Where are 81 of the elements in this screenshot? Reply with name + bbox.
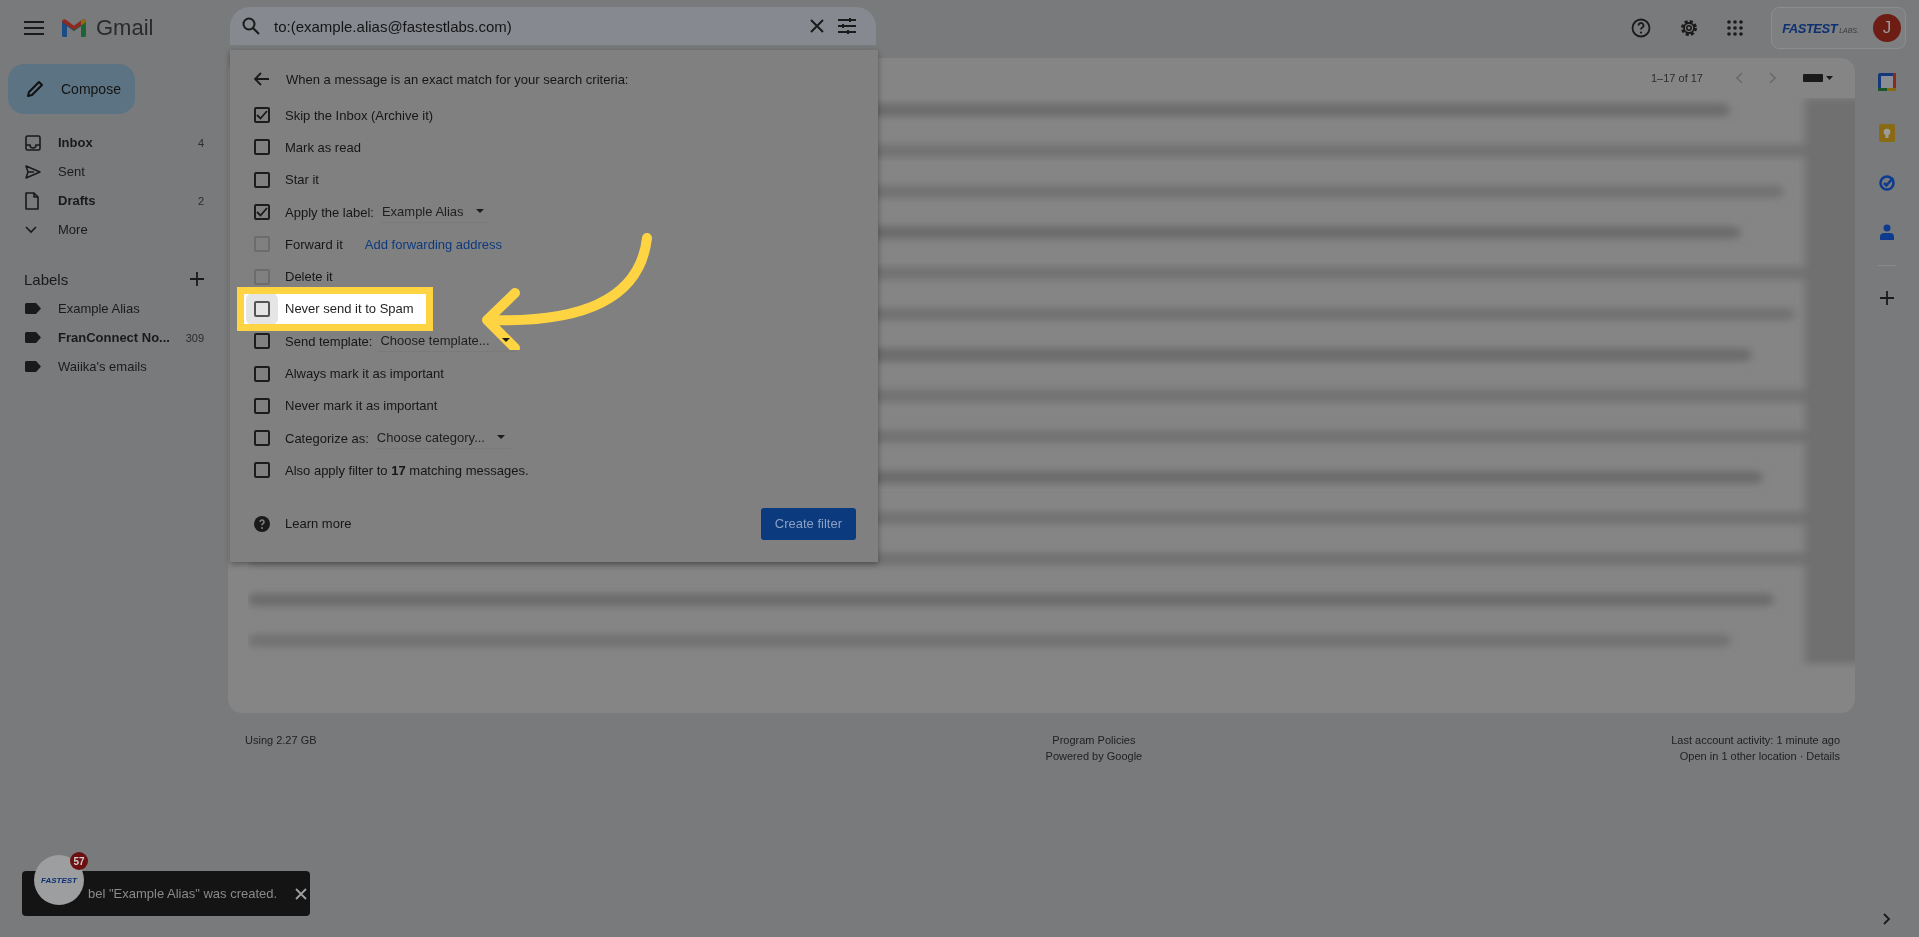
dialog-heading: When a message is an exact match for your search criteria:	[286, 71, 629, 87]
label-item[interactable]: Waiika's emails	[0, 352, 228, 381]
checkbox[interactable]	[254, 107, 270, 124]
option-label: Always mark it as important	[285, 366, 444, 381]
close-icon[interactable]	[295, 887, 308, 900]
label-item[interactable]: FranConnect No... 309	[0, 323, 228, 352]
help-icon[interactable]	[254, 515, 270, 532]
option-label: Never mark it as important	[285, 398, 438, 414]
toast-message: bel "Example Alias" was created.	[88, 886, 278, 901]
checkbox[interactable]	[254, 333, 270, 350]
learn-more-link[interactable]: Learn more	[254, 515, 352, 532]
chevron-right-icon[interactable]	[1883, 913, 1891, 925]
option-label: Also apply filter to 17 matching messages.	[285, 462, 529, 478]
app-title: Gmail	[96, 15, 154, 41]
checkbox[interactable]	[254, 397, 270, 414]
account-activity: Last account activity: 1 minute ago	[1671, 734, 1840, 746]
checkbox[interactable]	[254, 139, 270, 156]
unread-count: 309	[185, 331, 204, 344]
company-logo: FASTEST	[1782, 20, 1838, 36]
task-check-icon[interactable]	[1879, 175, 1895, 191]
option-label: Categorize as:	[285, 430, 369, 446]
section-heading: Labels	[24, 270, 69, 288]
label-item[interactable]: Example Alias	[0, 294, 228, 323]
checkbox[interactable]	[254, 204, 270, 221]
nav-item[interactable]: More	[0, 215, 228, 244]
inbox-icon	[25, 134, 41, 151]
keyboard-icon[interactable]	[1803, 73, 1833, 83]
close-icon[interactable]	[810, 19, 824, 33]
option-label: Never send it to Spam	[285, 301, 414, 317]
checkbox[interactable]	[254, 171, 270, 188]
checkbox[interactable]	[254, 462, 270, 479]
dropdown[interactable]: Choose category...	[374, 427, 511, 449]
label-icon	[25, 303, 41, 314]
search-field[interactable]: to:(example.alias@fastestlabs.com)	[274, 17, 694, 35]
caret-icon	[475, 209, 484, 214]
document-icon	[25, 191, 39, 210]
search-icon[interactable]	[242, 17, 260, 35]
send-icon	[25, 164, 41, 179]
option-label: Send template:	[285, 333, 373, 349]
option-label: Delete it	[285, 269, 333, 285]
caret-icon	[497, 435, 505, 440]
filter-options-icon[interactable]	[838, 18, 856, 34]
checkbox[interactable]	[254, 430, 270, 447]
policies-link[interactable]: Program Policies	[1052, 734, 1136, 746]
option-label: Apply the label:	[285, 204, 374, 220]
company-logo: FASTEST	[41, 875, 77, 885]
notification-badge: 57	[70, 852, 88, 870]
label-icon	[25, 332, 41, 343]
checkbox[interactable]	[254, 365, 270, 382]
dropdown[interactable]: Example Alias	[379, 201, 490, 223]
pencil-icon	[26, 80, 44, 98]
back-arrow-icon[interactable]	[254, 72, 270, 86]
apps-icon[interactable]	[1727, 20, 1744, 36]
person-icon[interactable]	[1880, 224, 1894, 240]
unread-count: 4	[197, 136, 204, 149]
create-filter-button[interactable]: Create filter	[760, 507, 856, 540]
label-icon	[25, 361, 41, 372]
page-range: 1–17 of 17	[1651, 72, 1703, 84]
caret-icon	[501, 338, 510, 343]
unread-count: 2	[197, 194, 204, 207]
search-bar[interactable]: to:(example.alias@fastestlabs.com)	[230, 7, 876, 45]
option-label: Mark as read	[285, 139, 361, 155]
compose-button[interactable]: Compose	[8, 64, 135, 114]
chevron-down-icon[interactable]	[25, 225, 37, 234]
plus-icon[interactable]	[1880, 291, 1894, 305]
nav-item[interactable]: Drafts 2	[0, 186, 228, 215]
footer-text: Powered by Google	[1045, 750, 1143, 762]
option-label: Skip the Inbox (Archive it)	[285, 107, 434, 123]
nav-item[interactable]: Inbox 4	[0, 128, 228, 157]
option-label: Forward it	[285, 236, 343, 252]
details-link[interactable]: Open in 1 other location · Details	[1679, 750, 1840, 762]
nav-item[interactable]: Sent	[0, 157, 228, 186]
option-label: Star it	[285, 172, 319, 188]
calendar-icon[interactable]	[1878, 73, 1896, 91]
dropdown[interactable]: Choose template...	[378, 330, 516, 352]
storage-usage: Using 2.27 GB	[245, 734, 317, 746]
menu-icon[interactable]	[24, 21, 44, 35]
settings-icon[interactable]	[1679, 18, 1700, 38]
avatar[interactable]: J	[1873, 14, 1901, 42]
plus-icon[interactable]	[190, 272, 204, 286]
help-icon[interactable]	[1631, 18, 1652, 38]
